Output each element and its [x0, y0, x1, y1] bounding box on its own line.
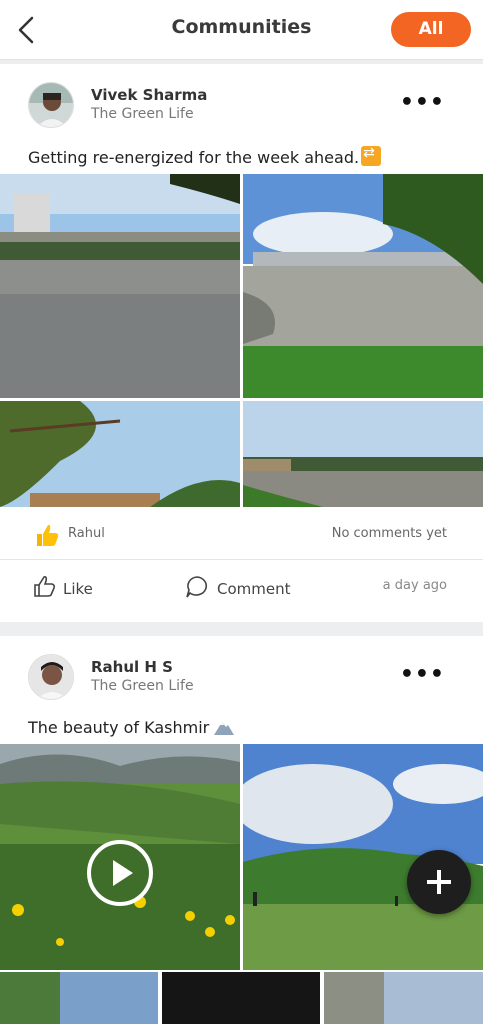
reactor-name[interactable]: Rahul [68, 526, 105, 541]
more-options-icon[interactable]: ••• [400, 90, 445, 115]
avatar[interactable] [28, 654, 74, 700]
post-photo[interactable] [0, 174, 240, 398]
comment-button[interactable]: Comment [217, 580, 291, 598]
post-photo[interactable] [243, 401, 483, 507]
post-photo[interactable] [0, 401, 240, 507]
like-icon[interactable] [32, 574, 58, 600]
post-author[interactable]: Rahul H S [91, 658, 173, 676]
play-button[interactable] [87, 840, 153, 906]
create-post-button[interactable] [407, 850, 471, 914]
post-card: Vivek Sharma The Green Life ••• Getting … [0, 64, 483, 622]
filter-all-button[interactable]: All [391, 12, 471, 47]
post-community[interactable]: The Green Life [91, 106, 194, 122]
comments-count[interactable]: No comments yet [332, 526, 447, 541]
post-actions: Like Comment a day ago [0, 560, 483, 622]
plus-icon [427, 870, 451, 894]
post-card: Rahul H S The Green Life ••• The beauty … [0, 636, 483, 1024]
mountain-emoji-icon [214, 722, 235, 735]
more-options-icon[interactable]: ••• [400, 662, 445, 687]
thumbs-up-emoji-icon [37, 524, 59, 546]
avatar[interactable] [28, 82, 74, 128]
post-text: The beauty of Kashmir [28, 718, 235, 737]
like-button[interactable]: Like [63, 580, 93, 598]
post-photo[interactable] [324, 972, 483, 1024]
post-video[interactable] [0, 744, 240, 970]
top-app-bar: Communities All [0, 0, 483, 60]
post-author[interactable]: Vivek Sharma [91, 86, 207, 104]
post-timestamp: a day ago [382, 578, 447, 593]
post-photo[interactable] [0, 972, 158, 1024]
post-community[interactable]: The Green Life [91, 678, 194, 694]
post-text-content: The beauty of Kashmir [28, 718, 210, 737]
post-text-content: Getting re-energized for the week ahead. [28, 148, 360, 167]
post-photo[interactable] [243, 174, 483, 398]
play-icon [113, 860, 133, 886]
repeat-emoji-icon [361, 145, 382, 166]
post-photo[interactable] [162, 972, 320, 1024]
post-text: Getting re-energized for the week ahead. [28, 145, 382, 167]
comment-icon[interactable] [184, 574, 210, 600]
reaction-summary: Rahul No comments yet [0, 510, 483, 560]
